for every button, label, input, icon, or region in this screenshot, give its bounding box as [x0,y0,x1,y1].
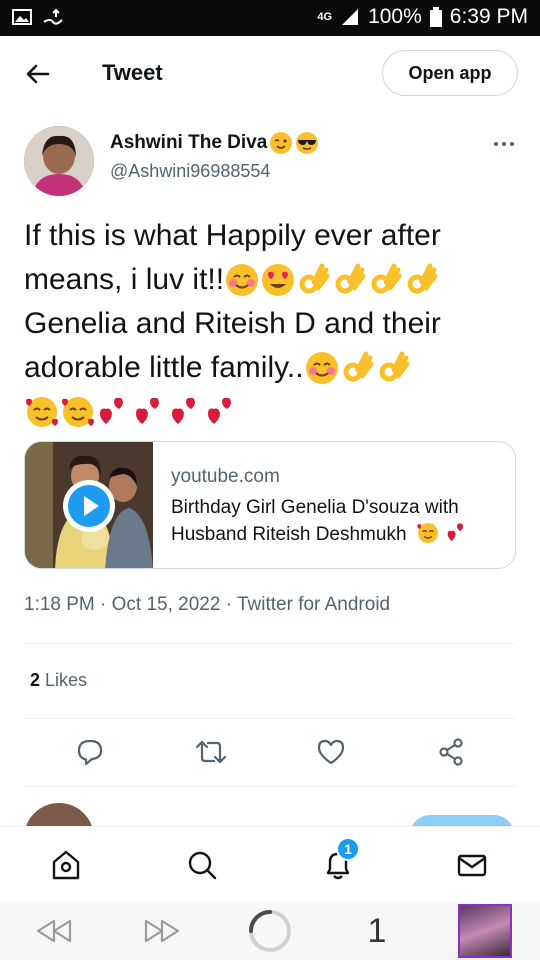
more-icon [494,142,514,146]
play-button[interactable] [63,480,115,532]
card-domain: youtube.com [171,466,280,487]
two-hearts-emoji-icon [447,523,464,541]
browser-forward-icon [144,919,180,943]
nav-home[interactable] [46,845,86,885]
nav-search[interactable] [182,845,222,885]
gallery-icon [12,9,32,25]
browser-forward-button[interactable] [140,908,184,954]
browser-back-icon [36,919,72,943]
page-title: Tweet [102,60,163,85]
network-indicator: 4G [317,11,333,23]
home-icon [52,850,80,880]
tweet-line-2: means, i luv it!! [24,263,225,296]
notifications-badge: 1 [336,837,360,861]
link-card[interactable]: youtube.com Birthday Girl Genelia D'souz… [24,441,516,569]
tweet-header: Tweet Open app [0,36,540,112]
ok-hand-emoji-icon [343,351,374,382]
usb-icon [43,8,63,25]
author-name[interactable]: Ashwini The Diva [110,131,319,155]
heart-eyes-emoji-icon [262,264,295,296]
ok-hand-emoji-icon [371,263,402,294]
search-icon [188,851,217,880]
divider [24,786,516,787]
browser-reload-button[interactable] [246,908,294,954]
ok-hand-emoji-icon [335,263,366,294]
author-avatar[interactable] [24,126,94,196]
author-name-text: Ashwini The Diva [110,132,268,153]
author-handle[interactable]: @Ashwini96988554 [110,161,270,182]
smiling-hearts-emoji-icon [26,397,58,427]
like-icon [317,739,345,765]
share-button[interactable] [429,730,473,774]
back-button[interactable] [22,58,54,90]
nav-messages[interactable] [452,845,492,885]
browser-tab-thumbnail[interactable] [458,904,512,958]
play-icon [68,485,110,527]
back-arrow-icon [26,64,50,84]
tweet-line-1: If this is what Happily ever after [24,219,441,252]
two-hearts-emoji-icon [172,397,195,424]
battery-percent: 100% [368,5,422,28]
reply-icon [77,739,103,766]
retweet-button[interactable] [189,730,233,774]
tweet-actions [0,730,540,780]
messages-icon [457,854,487,877]
bottom-nav: 1 [0,826,540,902]
tweet-line-4-row: adorable little family.. [24,346,520,390]
ok-hand-emoji-icon [299,263,330,294]
divider [24,643,516,644]
open-app-button[interactable]: Open app [382,50,518,96]
like-button[interactable] [309,730,353,774]
card-title: Birthday Girl Genelia D'souza with Husba… [171,494,507,548]
wink-emoji-icon [270,132,293,154]
browser-back-button[interactable] [32,908,76,954]
more-button[interactable] [492,136,516,152]
retweet-icon [195,740,227,764]
two-hearts-emoji-icon [208,397,231,424]
clock: 6:39 PM [449,5,528,28]
browser-toolbar: 1 [0,902,540,960]
reply-button[interactable] [68,730,112,774]
likes-number: 2 [30,670,41,690]
ok-hand-emoji-icon [379,351,410,382]
smiling-hearts-emoji-icon [62,397,94,427]
tweet-line-3: Genelia and Riteish D and their [24,307,441,340]
likes-label: Likes [45,670,88,690]
divider [24,718,516,719]
battery-icon [429,7,442,27]
tweet-line-2-row: means, i luv it!! [24,258,520,302]
status-bar: 4G 100% 6:39 PM [0,0,540,36]
sunglasses-emoji-icon [296,132,319,154]
smiling-hearts-emoji-icon [417,523,438,543]
tweet-timestamp[interactable]: 1:18 PM · Oct 15, 2022 · Twitter for And… [24,594,390,616]
browser-tab-count[interactable]: 1 [362,908,392,954]
tweet-line-5-row [24,390,520,434]
reload-icon [249,910,291,952]
likes-count[interactable]: 2 Likes [30,670,87,691]
tweet-line-4: adorable little family.. [24,351,304,384]
tweet-body: If this is what Happily ever after means… [24,214,520,434]
smiling-blush-emoji-icon [226,264,259,296]
signal-icon [342,9,359,25]
two-hearts-emoji-icon [100,397,123,424]
share-icon [439,738,463,766]
smiling-blush-emoji-icon [305,352,338,384]
ok-hand-emoji-icon [407,263,438,294]
two-hearts-emoji-icon [136,397,159,424]
